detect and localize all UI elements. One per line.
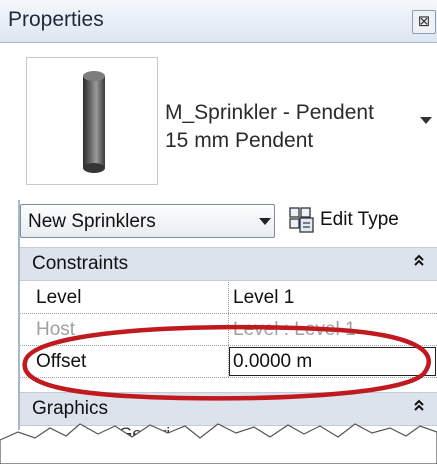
type-name: M_Sprinkler - Pendent 15 mm Pendent (165, 99, 374, 155)
edit-type-icon (289, 207, 314, 233)
property-value: Level : Level 1 (233, 319, 356, 340)
property-row-level[interactable]: Level Level 1 (20, 282, 437, 314)
close-icon[interactable]: ⊠ (412, 10, 436, 34)
filter-selected: New Sprinklers (28, 211, 156, 232)
edit-type-button[interactable]: Edit Type (284, 204, 434, 236)
graphics-title: Graphics (32, 398, 109, 419)
property-row-host: Host Level : Level 1 (20, 314, 437, 346)
chevron-down-icon (259, 218, 271, 225)
type-selector[interactable]: M_Sprinkler - Pendent 15 mm Pendent (0, 43, 437, 196)
constraints-title: Constraints (32, 253, 129, 274)
sprinkler-cylinder-icon (26, 57, 158, 185)
instance-filter-dropdown[interactable]: New Sprinklers (20, 204, 275, 238)
cut-off-value: ... (260, 424, 275, 443)
offset-value: 0.0000 m (233, 351, 313, 372)
graphics-section-header[interactable]: Graphics (20, 392, 437, 426)
cut-off-name: ...Generi... (105, 424, 185, 443)
property-value[interactable]: Level 1 (233, 287, 294, 309)
palette-title: Properties (8, 8, 104, 31)
collapse-icon[interactable] (412, 397, 426, 418)
column-divider (228, 282, 229, 313)
properties-palette: Properties ⊠ M_Sprinkler - Pendent 15 mm… (0, 0, 437, 464)
property-row-offset[interactable]: Offset 0.0000 m (20, 346, 437, 378)
property-name: Offset (36, 351, 87, 372)
property-name: Host (36, 319, 76, 340)
family-name: M_Sprinkler - Pendent (165, 101, 374, 124)
collapse-icon[interactable] (412, 252, 426, 273)
palette-titlebar: Properties ⊠ (0, 0, 437, 43)
chevron-down-icon[interactable] (420, 117, 432, 124)
filter-row: New Sprinklers Edit Type (0, 200, 437, 240)
column-divider (228, 314, 229, 345)
edit-type-label: Edit Type (320, 209, 399, 230)
offset-input[interactable]: 0.0000 m (229, 347, 436, 376)
property-name: Level (36, 287, 82, 308)
type-size: 15 mm Pendent (165, 129, 314, 152)
constraints-section-header[interactable]: Constraints (20, 247, 437, 281)
